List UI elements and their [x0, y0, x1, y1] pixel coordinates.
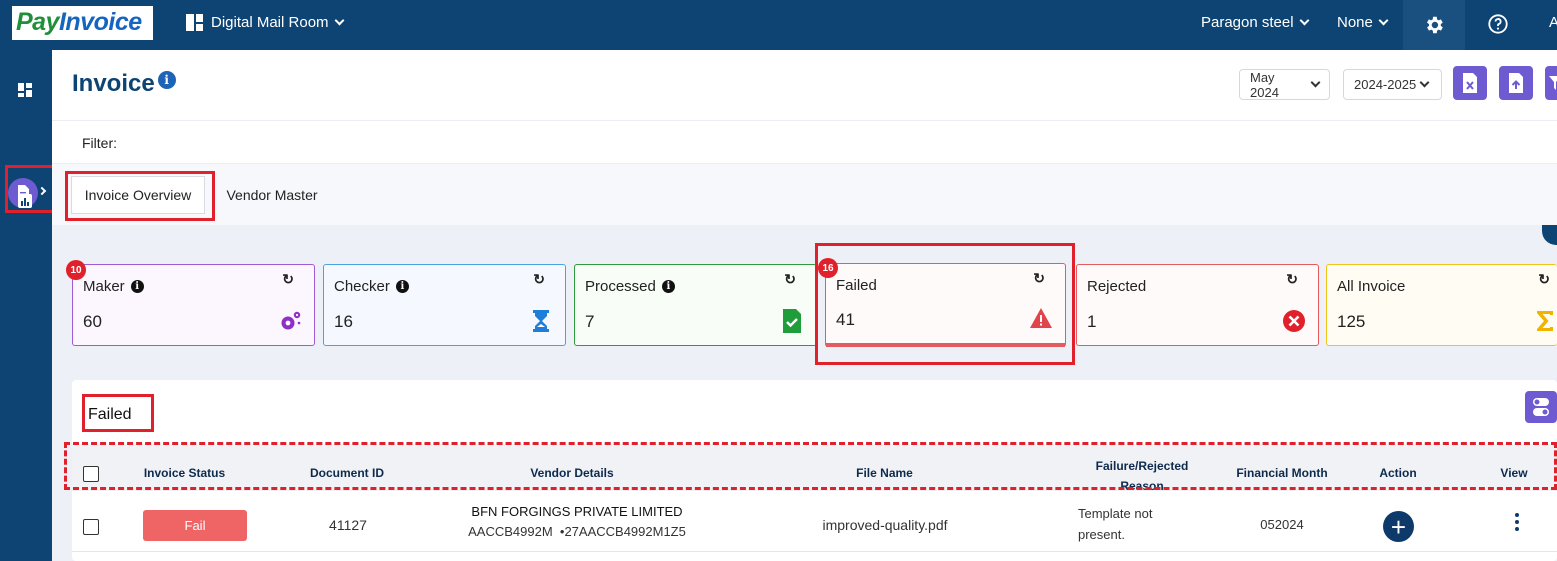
divider [52, 120, 1557, 121]
chevron-down-icon [1378, 15, 1389, 26]
month-select[interactable]: May 2024 [1239, 69, 1330, 100]
card-value: 7 [585, 312, 595, 331]
settings-button[interactable] [1403, 0, 1465, 50]
financial-year-select[interactable]: 2024-2025 [1343, 69, 1442, 100]
filter-label: Filter: [82, 135, 117, 151]
help-icon [1488, 14, 1508, 34]
info-icon[interactable]: i [661, 280, 675, 293]
app-name: Digital Mail Room [211, 14, 329, 31]
hourglass-icon [533, 310, 549, 332]
card-processed[interactable]: Processed i 7 ↻ [574, 264, 817, 346]
refresh-icon[interactable]: ↻ [784, 271, 796, 288]
chevron-down-icon [1419, 77, 1430, 88]
dashboard-icon[interactable] [16, 81, 34, 99]
excel-file-icon [1463, 73, 1477, 93]
failure-reason: Template not present. [1078, 506, 1153, 542]
card-all-invoice[interactable]: All Invoice 125 ↻ [1326, 264, 1557, 346]
add-action-button[interactable]: + [1383, 511, 1414, 542]
highlight-box [64, 442, 1557, 490]
file-check-icon [783, 309, 801, 333]
tab-vendor-master[interactable]: Vendor Master [212, 176, 332, 214]
filter-icon [1549, 76, 1557, 90]
card-checker[interactable]: Checker i 16 ↻ [323, 264, 566, 346]
info-icon[interactable]: i [130, 280, 144, 293]
chevron-down-icon [334, 15, 344, 26]
upload-file-button[interactable] [1499, 66, 1533, 100]
export-excel-button[interactable] [1453, 66, 1487, 100]
top-navigation-bar: PayInvoice Digital Mail Room Paragon ste… [0, 0, 1557, 50]
report-chart-icon[interactable] [16, 192, 34, 210]
chevron-down-icon [1299, 15, 1310, 26]
app-grid-icon [186, 14, 203, 31]
column-toggle-button[interactable] [1525, 391, 1557, 423]
scope-selector[interactable]: None [1337, 14, 1389, 31]
main-content: Invoice i May 2024 2024-2025 Filter: Inv… [52, 50, 1557, 561]
status-badge: Fail [143, 510, 247, 541]
card-value: 1 [1087, 312, 1097, 331]
sidebar [0, 50, 55, 561]
x-circle-icon [1283, 310, 1305, 332]
info-icon[interactable]: i [395, 280, 409, 293]
table-row: Fail 41127 BFN FORGINGS PRIVATE LIMITED … [72, 496, 1557, 552]
collapse-handle[interactable] [1542, 225, 1557, 245]
document-id: 41127 [329, 517, 367, 533]
page-title: Invoice i [72, 70, 176, 98]
tabs-row: Invoice Overview Vendor Master [52, 163, 1557, 225]
highlight-box [82, 394, 154, 432]
gears-icon [281, 311, 301, 330]
card-maker[interactable]: Maker i 60 ↻ [72, 264, 315, 346]
refresh-icon[interactable]: ↻ [282, 271, 294, 288]
card-value: 60 [83, 312, 102, 331]
vendor-name: BFN FORGINGS PRIVATE LIMITED [471, 504, 683, 519]
failed-invoices-panel: Failed Invoice Status Document ID Vendor… [64, 380, 1557, 561]
maker-count-badge: 10 [66, 260, 86, 280]
upload-file-icon [1509, 73, 1523, 93]
chevron-down-icon [1310, 77, 1321, 88]
app-switcher[interactable]: Digital Mail Room [186, 14, 344, 31]
refresh-icon[interactable]: ↻ [533, 271, 545, 288]
vendor-ids: AACCB4992M •27AACCB4992M1Z5 [468, 524, 686, 539]
financial-month: 052024 [1260, 517, 1304, 532]
info-icon[interactable]: i [157, 71, 176, 89]
filter-button[interactable] [1545, 66, 1557, 100]
header-panel: Invoice i May 2024 2024-2025 Filter: Inv… [52, 50, 1557, 225]
sigma-icon [1537, 311, 1553, 331]
help-button[interactable] [1484, 10, 1512, 38]
file-name[interactable]: improved-quality.pdf [805, 517, 965, 533]
card-value: 16 [334, 312, 353, 331]
toggle-icon [1533, 398, 1549, 416]
highlight-box [815, 243, 1075, 365]
payinvoice-logo[interactable]: PayInvoice [12, 6, 153, 40]
highlight-box [65, 171, 215, 221]
refresh-icon[interactable]: ↻ [1538, 271, 1550, 288]
company-selector[interactable]: Paragon steel [1201, 14, 1310, 31]
row-checkbox[interactable] [83, 519, 99, 535]
refresh-icon[interactable]: ↻ [1286, 271, 1298, 288]
user-avatar[interactable]: A [1549, 14, 1557, 31]
card-value: 125 [1337, 312, 1366, 331]
card-rejected[interactable]: Rejected 1 ↻ [1076, 264, 1319, 346]
more-options-icon[interactable] [1515, 513, 1519, 531]
gear-icon [1427, 16, 1443, 34]
